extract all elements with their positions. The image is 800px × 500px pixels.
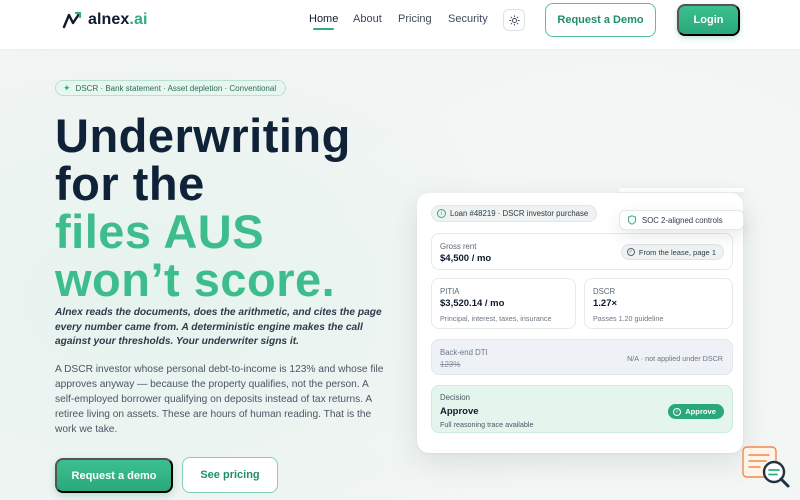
check-circle-icon: ✓ [626, 248, 635, 256]
headline-line-3: files AUS [55, 205, 265, 258]
dti-label: Back-end DTI [440, 348, 488, 357]
gross-rent-citation-text: From the lease, page 1 [638, 247, 716, 257]
headline-line-1: Underwriting [55, 109, 351, 162]
shield-icon [627, 215, 637, 225]
nav-link-pricing[interactable]: Pricing [398, 13, 432, 25]
dti-note: N/A · not applied under DSCR [627, 354, 723, 363]
pitia-value: $3,520.14 / mo [440, 298, 505, 309]
dscr-value: 1.27× [593, 298, 618, 309]
dscr-sub: Passes 1.20 guideline [593, 314, 664, 323]
login-button[interactable]: Login [677, 4, 740, 36]
nav-link-about[interactable]: About [353, 13, 382, 25]
loan-types-text: DSCR · Bank statement · Asset depletion … [75, 83, 277, 93]
pitia-field: PITIA $3,520.14 / mo Principal, interest… [431, 278, 576, 329]
underwriting-card: i Loan #48219 · DSCR investor purchase G… [417, 193, 743, 453]
document-search-icon [742, 446, 790, 488]
request-demo-nav-button[interactable]: Request a Demo [545, 3, 656, 37]
decision-label: Decision [440, 393, 470, 402]
logo[interactable]: alnex.ai [62, 10, 148, 30]
dti-value: 123% [440, 360, 461, 369]
gross-rent-field: Gross rent $4,500 / mo ✓ From the lease,… [431, 233, 733, 270]
sparkle-icon: ✦ [63, 82, 71, 93]
loan-pill: i Loan #48219 · DSCR investor purchase [431, 205, 598, 222]
headline-line-4: won’t score. [55, 253, 336, 306]
soc-text: SOC 2-aligned controls [642, 215, 723, 225]
logo-text: alnex.ai [88, 11, 148, 28]
top-nav: alnex.ai Home About Pricing Security Req… [0, 0, 800, 50]
theme-toggle-button[interactable] [503, 9, 525, 31]
nav-link-security[interactable]: Security [448, 13, 488, 25]
decision-field: Decision Approve Full reasoning trace av… [431, 385, 733, 433]
gross-rent-label: Gross rent [440, 242, 477, 251]
see-pricing-button[interactable]: See pricing [182, 457, 278, 493]
hero-headline: Underwriting for the files AUS won’t sco… [55, 112, 435, 304]
chat-assistant-button[interactable] [742, 446, 792, 490]
dscr-label: DSCR [593, 287, 616, 296]
pitia-sub: Principal, interest, taxes, insurance [440, 314, 552, 323]
dti-field: Back-end DTI 123% N/A · not applied unde… [431, 339, 733, 375]
hero-lead: Alnex reads the documents, does the arit… [55, 307, 382, 347]
approve-badge: ✓ Approve [668, 404, 724, 419]
approve-badge-text: Approve [685, 407, 716, 416]
gross-rent-value: $4,500 / mo [440, 253, 492, 264]
loan-types-pill: ✦ DSCR · Bank statement · Asset depletio… [55, 80, 287, 96]
soc-badge: SOC 2-aligned controls [619, 210, 744, 230]
soc-card-edge [619, 188, 744, 192]
info-icon: i [437, 209, 446, 218]
headline-line-2: for the [55, 157, 205, 210]
logo-mark-icon [62, 11, 82, 29]
dscr-field: DSCR 1.27× Passes 1.20 guideline [584, 278, 733, 329]
gross-rent-citation[interactable]: ✓ From the lease, page 1 [620, 244, 724, 260]
check-circle-icon: ✓ [673, 407, 682, 416]
decision-sub: Full reasoning trace available [440, 420, 534, 429]
pitia-label: PITIA [440, 287, 460, 296]
decision-value: Approve [440, 406, 479, 417]
hero-body: A DSCR investor whose personal debt-to-i… [55, 364, 384, 435]
loan-text: Loan #48219 · DSCR investor purchase [450, 209, 589, 218]
sun-icon [508, 14, 520, 26]
nav-link-home[interactable]: Home [309, 13, 338, 30]
request-demo-button[interactable]: Request a demo [55, 458, 173, 493]
